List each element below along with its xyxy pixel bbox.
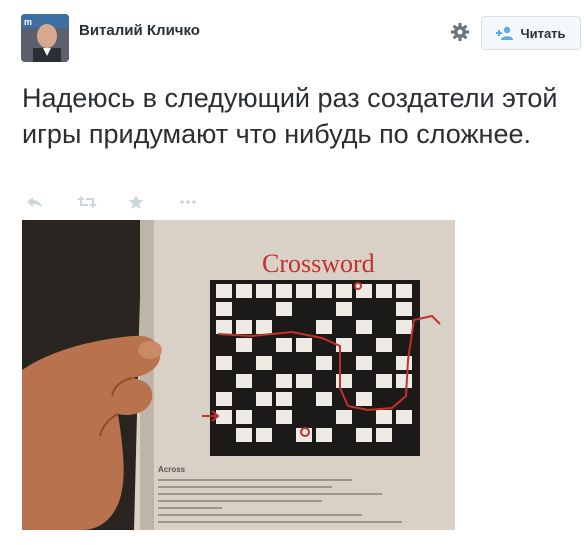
author-name[interactable]: Виталий Кличко: [79, 22, 200, 39]
retweet-icon[interactable]: [77, 193, 128, 211]
svg-text:m: m: [24, 17, 32, 27]
person-avatar-icon: m: [21, 14, 69, 62]
star-icon[interactable]: [128, 193, 179, 211]
reply-icon[interactable]: [26, 193, 77, 211]
crossword-title: Crossword: [262, 249, 375, 278]
tweet-actions: [26, 193, 230, 211]
more-icon[interactable]: [179, 193, 230, 211]
follow-button[interactable]: Читать: [481, 16, 581, 50]
tweet-photo[interactable]: Crossword Across: [22, 220, 455, 530]
follow-button-label: Читать: [520, 25, 566, 41]
tweet-text: Надеюсь в следующий раз создатели этой и…: [22, 83, 558, 149]
avatar[interactable]: m: [21, 14, 69, 62]
add-user-icon: [496, 26, 514, 40]
gear-icon[interactable]: [450, 22, 470, 42]
clues-heading: Across: [158, 465, 186, 474]
